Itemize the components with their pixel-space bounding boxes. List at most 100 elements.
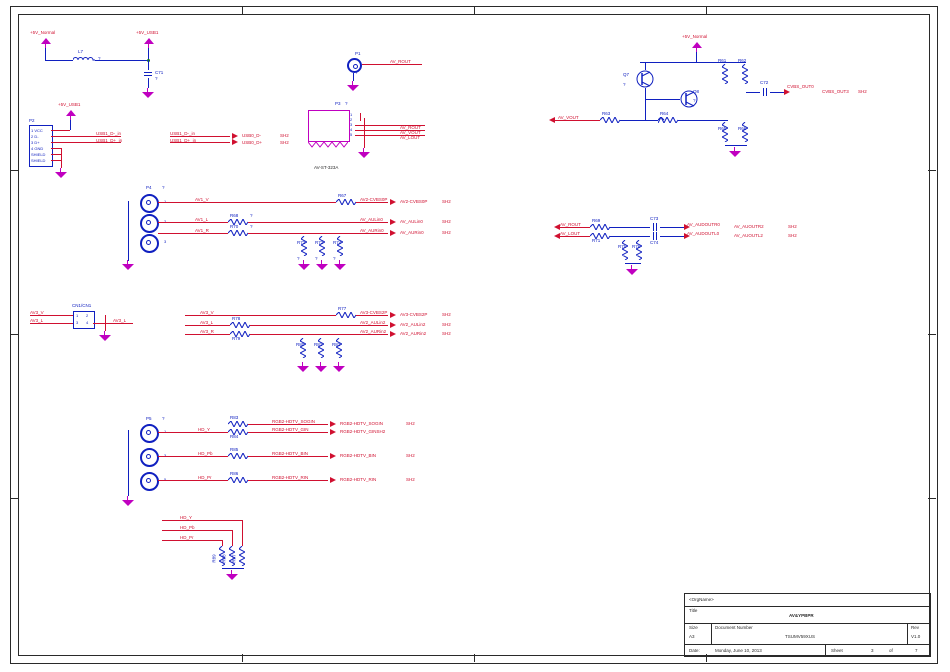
rca-jack (140, 234, 159, 253)
resistor-r75 (622, 240, 628, 260)
net-label: AV_LOUT (400, 135, 420, 140)
wire (70, 120, 71, 130)
refdes: R67 (338, 193, 346, 198)
pin-label: SHIELD (31, 158, 45, 163)
refdes: R82 (332, 342, 340, 347)
power-arrow-icon (41, 38, 51, 48)
ground-icon (298, 260, 310, 270)
net-label: RGB2-HDTV_SOGIN (340, 421, 383, 426)
net-label: AV1_L (195, 217, 208, 222)
offpage-connector-icon (232, 139, 238, 145)
wire (45, 60, 73, 61)
pin-label: 2 D- (31, 134, 39, 139)
wire (158, 222, 228, 223)
refdes: R73 (315, 240, 323, 245)
label: Sheet (831, 648, 843, 653)
ground-icon (297, 362, 309, 372)
resistor-r74 (337, 236, 343, 256)
net-label: RGB2-HDTV_GIN (272, 427, 309, 432)
capacitor-c72 (760, 88, 770, 96)
refdes: R87 (232, 554, 237, 562)
part-value: ? (345, 101, 348, 106)
inductor-l7 (73, 56, 95, 64)
sheet-ref: SH2 (406, 421, 415, 426)
sheet-inner-border (18, 14, 930, 656)
net-label: +5V_Normal (682, 34, 707, 39)
refdes: Q8 (693, 89, 699, 94)
rca-jack (140, 424, 159, 443)
wire (360, 113, 361, 121)
refdes: R68 (230, 213, 238, 218)
sheet-current: 3 (871, 648, 874, 653)
wire (560, 227, 590, 228)
net-label: HD_Y (198, 427, 210, 432)
net-label: AV_AURin0 (400, 230, 424, 235)
net-label: AV3-CVBS2P (360, 310, 387, 315)
part-value: ? (162, 416, 165, 421)
capacitor-c73 (650, 223, 660, 231)
power-arrow-icon (66, 110, 76, 120)
sheet-title: AV&YPBPR (789, 613, 814, 618)
ground-icon (142, 88, 154, 98)
refdes: R79 (232, 336, 240, 341)
refdes: C74 (650, 240, 658, 245)
resistor-r67 (336, 199, 356, 205)
wire (45, 48, 46, 60)
net-label: AV2_AULin2 (360, 320, 385, 325)
net-label: HD_Pr (180, 535, 194, 540)
net-label: USB0_D+ (242, 140, 262, 145)
refdes: R62 (738, 58, 746, 63)
net-label: AV_AUOUTR2 (734, 224, 764, 229)
sheet-ref: SH2 (406, 477, 415, 482)
part-value: ? (693, 98, 696, 103)
wire (242, 520, 243, 546)
refdes: R63 (602, 111, 610, 116)
rca-jack (140, 194, 159, 213)
part-value: ? (355, 70, 358, 75)
ground-icon (333, 362, 345, 372)
part-value: ? (250, 213, 253, 218)
refdes: C71 (155, 70, 163, 75)
offpage-connector-icon (330, 477, 336, 483)
connector-p3 (308, 110, 350, 142)
net-label: RGB2-HDTV_BIN (272, 451, 308, 456)
wire (560, 236, 590, 237)
net-label: AV1_R (195, 228, 209, 233)
net-label: USB1_D-_in (170, 131, 195, 136)
refdes: R74 (333, 240, 341, 245)
net-label: CVBS_OUT3 (822, 89, 849, 94)
border-tick (242, 6, 243, 14)
wire (645, 62, 646, 70)
transistor-q7 (636, 70, 654, 88)
resistor-r65 (722, 122, 728, 142)
offpage-connector-icon (684, 224, 690, 230)
wire (362, 64, 422, 65)
net-label: AV_AUDOUTR0 (687, 222, 720, 227)
ground-icon (729, 147, 741, 157)
ground-icon (122, 260, 134, 270)
net-label: AV3-CVBS2P (400, 312, 427, 317)
wire (185, 334, 230, 335)
refdes: R76 (632, 244, 640, 249)
refdes: R86 (230, 471, 238, 476)
pin-label: 1 VCC (31, 128, 43, 133)
wire (128, 201, 129, 261)
resistor-r66 (742, 122, 748, 142)
refdes: R65 (718, 126, 726, 131)
doc-value: TSUMV59XUS (785, 634, 815, 639)
power-arrow-icon (144, 38, 154, 48)
sheet-ref: SH2 (858, 89, 867, 94)
net-label: AV_AURin0 (360, 228, 384, 233)
title-block: <OrgName> Title AV&YPBPR Size A3 Documen… (684, 593, 931, 657)
wire (725, 145, 747, 146)
wire (61, 148, 62, 168)
wire (158, 456, 228, 457)
border-tick (10, 498, 18, 499)
net-label: HD_Y (180, 515, 192, 520)
rev-value: V1.0 (911, 634, 920, 639)
wire (356, 315, 388, 316)
resistor-r70 (228, 230, 248, 236)
pin-label: 3 (76, 320, 78, 325)
refdes: R84 (230, 434, 238, 439)
wire (250, 325, 388, 326)
